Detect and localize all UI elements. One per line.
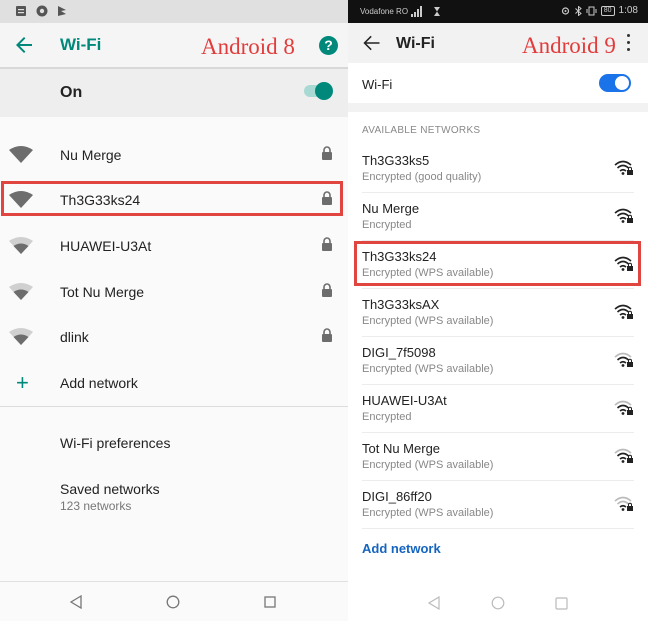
network-name: Tot Nu Merge bbox=[362, 441, 441, 456]
app-bar: Wi-Fi Android 8 ? bbox=[0, 23, 348, 69]
plus-icon: + bbox=[16, 370, 29, 395]
wifi-lock-icon bbox=[614, 304, 633, 319]
wifi-preferences-item[interactable]: Wi-Fi preferences bbox=[60, 435, 170, 451]
nav-recents-icon[interactable] bbox=[264, 596, 276, 608]
network-name: HUAWEI-U3At bbox=[60, 238, 152, 254]
version-label: Android 8 bbox=[201, 34, 295, 59]
wifi-toggle-switch[interactable] bbox=[304, 82, 333, 100]
network-item[interactable]: dlink bbox=[0, 315, 348, 360]
battery-indicator: 80 bbox=[600, 5, 615, 16]
network-status: Encrypted (WPS available) bbox=[362, 459, 494, 471]
nav-home-icon[interactable] bbox=[166, 595, 180, 609]
add-network-label: Add network bbox=[60, 375, 138, 391]
app-bar: Wi-Fi Android 9 bbox=[348, 23, 648, 63]
bluetooth-icon bbox=[574, 5, 582, 16]
lock-icon bbox=[322, 328, 332, 342]
network-name: Th3G33ks5 bbox=[362, 153, 430, 168]
nav-back-icon[interactable] bbox=[428, 596, 440, 610]
navigation-bar bbox=[348, 581, 648, 621]
notes-icon bbox=[16, 6, 26, 16]
network-item[interactable]: Nu Merge bbox=[0, 133, 348, 178]
clock: 1:08 bbox=[618, 5, 638, 16]
wifi-lock-icon bbox=[614, 448, 633, 463]
network-item[interactable]: Th3G33ksAX Encrypted (WPS available) bbox=[348, 289, 648, 337]
cell-signal-icon bbox=[411, 6, 422, 17]
help-icon[interactable]: ? bbox=[319, 36, 338, 55]
wifi-toggle-label: Wi-Fi bbox=[362, 77, 393, 92]
network-name: Tot Nu Merge bbox=[60, 284, 145, 300]
hourglass-icon bbox=[434, 7, 440, 16]
wifi-lock-icon bbox=[614, 400, 633, 415]
more-vert-icon[interactable] bbox=[626, 34, 632, 54]
status-bar: 99% 3:37 bbox=[0, 0, 648, 621]
wifi-lock-icon bbox=[614, 208, 633, 223]
wifi-lock-icon bbox=[614, 160, 633, 175]
wifi-signal-icon bbox=[9, 237, 33, 254]
android-9-wifi-screen: Vodafone RO 80 1:08 Wi-Fi Android 9 Wi-F… bbox=[348, 0, 648, 621]
highlight-box bbox=[354, 241, 641, 286]
network-status: Encrypted (WPS available) bbox=[362, 363, 494, 375]
wifi-master-toggle-row[interactable]: Wi-Fi bbox=[348, 63, 648, 103]
wifi-toggle-switch[interactable] bbox=[599, 74, 631, 92]
download-icon bbox=[58, 6, 66, 16]
chrome-icon bbox=[36, 5, 48, 17]
highlight-box bbox=[1, 181, 343, 216]
arrow-back-icon[interactable] bbox=[12, 33, 36, 57]
network-item[interactable]: HUAWEI-U3At bbox=[0, 224, 348, 269]
network-item[interactable]: Tot Nu Merge Encrypted (WPS available) bbox=[348, 433, 648, 481]
network-name: Nu Merge bbox=[362, 201, 420, 216]
saved-networks-count: 123 networks bbox=[60, 499, 132, 513]
network-item[interactable]: Th3G33ks5 Encrypted (good quality) bbox=[348, 145, 648, 193]
vibrate-icon bbox=[586, 6, 597, 15]
network-status: Encrypted (good quality) bbox=[362, 171, 482, 183]
wifi-signal-icon bbox=[9, 328, 33, 345]
network-name: DIGI_86ff20 bbox=[362, 489, 432, 504]
network-item[interactable]: Nu Merge Encrypted bbox=[348, 193, 648, 241]
page-title: Wi-Fi bbox=[60, 35, 102, 54]
nav-recents-icon[interactable] bbox=[555, 597, 568, 610]
network-name: DIGI_7f5098 bbox=[362, 345, 436, 360]
lock-icon bbox=[322, 283, 332, 297]
network-status: Encrypted (WPS available) bbox=[362, 315, 494, 327]
network-item[interactable]: Tot Nu Merge bbox=[0, 270, 348, 315]
wifi-signal-icon bbox=[9, 146, 33, 163]
add-network-button[interactable]: Add network bbox=[362, 541, 441, 556]
wifi-signal-icon bbox=[9, 283, 33, 300]
network-item[interactable]: DIGI_86ff20 Encrypted (WPS available) bbox=[348, 481, 648, 529]
android-8-wifi-screen: 99% 3:37 Wi-Fi Android 8 ? On Nu Merge T… bbox=[0, 0, 648, 621]
section-header: AVAILABLE NETWORKS bbox=[362, 125, 481, 136]
nav-home-icon[interactable] bbox=[491, 596, 505, 610]
saved-networks-item[interactable]: Saved networks bbox=[60, 481, 160, 497]
section-spacer bbox=[348, 103, 648, 112]
nav-back-icon[interactable] bbox=[70, 595, 82, 609]
wifi-lock-icon bbox=[614, 496, 633, 511]
network-status: Encrypted bbox=[362, 411, 412, 423]
navigation-bar bbox=[0, 581, 348, 621]
wifi-lock-icon bbox=[614, 352, 633, 367]
network-name: HUAWEI-U3At bbox=[362, 393, 447, 408]
wifi-master-toggle-row[interactable]: On bbox=[0, 69, 348, 117]
divider bbox=[0, 406, 348, 407]
network-name: Th3G33ksAX bbox=[362, 297, 440, 312]
carrier-name: Vodafone RO bbox=[360, 7, 409, 16]
network-name: Nu Merge bbox=[60, 147, 122, 163]
add-network-button[interactable]: + Add network bbox=[0, 361, 348, 406]
wifi-state-label: On bbox=[60, 84, 83, 101]
network-status: Encrypted bbox=[362, 219, 412, 231]
arrow-back-icon[interactable] bbox=[362, 33, 382, 53]
network-name: dlink bbox=[60, 329, 89, 345]
divider bbox=[362, 528, 634, 529]
network-item[interactable]: HUAWEI-U3At Encrypted bbox=[348, 385, 648, 433]
version-label: Android 9 bbox=[522, 33, 616, 58]
network-item[interactable]: DIGI_7f5098 Encrypted (WPS available) bbox=[348, 337, 648, 385]
lock-icon bbox=[322, 237, 332, 251]
eye-comfort-icon bbox=[561, 6, 569, 15]
page-title: Wi-Fi bbox=[396, 35, 435, 52]
lock-icon bbox=[322, 146, 332, 160]
status-bar: Vodafone RO 80 1:08 bbox=[348, 0, 648, 23]
network-status: Encrypted (WPS available) bbox=[362, 507, 494, 519]
